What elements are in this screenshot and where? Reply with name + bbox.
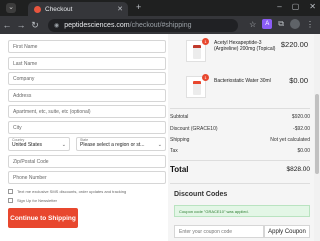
sms-optin-label: Text me exclusive SMS discounts, order u…: [17, 189, 127, 194]
shipping-value: Not yet calculated: [270, 137, 310, 143]
tax-row: Tax $0.00: [170, 148, 310, 154]
url-path: /checkout/#shipping: [129, 21, 192, 29]
state-value: Please select a region or st...: [80, 142, 145, 148]
total-value: $828.00: [286, 166, 311, 173]
new-tab-button[interactable]: +: [136, 2, 141, 12]
profile-avatar[interactable]: [290, 19, 300, 29]
country-select[interactable]: Country United States ⌄: [8, 137, 70, 151]
divider: [170, 160, 310, 161]
browser-tab-strip: ⌄ Checkout ✕ + – ▢ ✕: [0, 0, 320, 16]
phone-field[interactable]: Phone Number: [8, 171, 166, 184]
site-favicon-icon: [34, 5, 41, 13]
coupon-applied-message: Coupon code "GRACE10" was applied.: [174, 205, 310, 217]
discount-codes-title: Discount Codes: [174, 191, 228, 198]
sms-optin[interactable]: Text me exclusive SMS discounts, order u…: [8, 189, 126, 194]
zip-field[interactable]: Zip/Postal Code: [8, 155, 166, 168]
back-icon[interactable]: ←: [0, 20, 14, 30]
scrollbar-thumb[interactable]: [315, 94, 319, 174]
quantity-badge: 1: [202, 74, 209, 81]
chevron-down-icon: ⌄: [157, 142, 162, 148]
tab-close-icon[interactable]: ✕: [117, 5, 123, 13]
discount-label: Discount (GRACE10): [170, 126, 218, 132]
total-label: Total: [170, 165, 189, 174]
item-price: $0.00: [289, 76, 308, 85]
page-scrollbar[interactable]: [314, 34, 320, 241]
reload-icon[interactable]: ↻: [28, 20, 42, 31]
subtotal-row: Subtotal $920.00: [170, 114, 310, 120]
item-name: Acetyl Hexapeptide-3 (Argireline) 200mg …: [214, 40, 276, 52]
cart-item: 1 Acetyl Hexapeptide-3 (Argireline) 200m…: [186, 38, 308, 64]
city-field[interactable]: City: [8, 121, 166, 134]
puzzle-icon[interactable]: ⧉: [278, 19, 284, 29]
divider: [170, 183, 310, 184]
chevron-down-icon: ⌄: [61, 142, 66, 148]
continue-to-shipping-button[interactable]: Continue to Shipping: [8, 208, 78, 228]
order-summary: 1 Acetyl Hexapeptide-3 (Argireline) 200m…: [168, 34, 314, 241]
tax-label: Tax: [170, 148, 178, 154]
checkout-page: First Name Last Name Company Address Apa…: [0, 34, 320, 241]
last-name-field[interactable]: Last Name: [8, 57, 166, 70]
toolbar-actions: ☆ A ⧉ ⋮: [249, 19, 314, 29]
item-price: $220.00: [280, 40, 308, 49]
url-text: peptidesciences.com/checkout/#shipping: [64, 22, 191, 29]
close-window-icon[interactable]: ✕: [309, 2, 316, 11]
star-icon[interactable]: ☆: [249, 20, 256, 29]
tab-title: Checkout: [45, 5, 73, 13]
maximize-icon[interactable]: ▢: [292, 2, 300, 11]
quantity-badge: 1: [202, 38, 209, 45]
menu-icon[interactable]: ⋮: [306, 20, 314, 29]
discount-row: Discount (GRACE10) -$92.00: [170, 126, 310, 132]
subtotal-label: Subtotal: [170, 114, 189, 120]
newsletter-optin[interactable]: Sign Up for Newsletter: [8, 198, 57, 203]
tax-value: $0.00: [297, 148, 310, 154]
apartment-field[interactable]: Apartment, etc, suite, etc (optional): [8, 105, 166, 118]
newsletter-checkbox[interactable]: [8, 198, 13, 203]
state-select[interactable]: State Please select a region or st... ⌄: [76, 137, 166, 151]
browser-toolbar: ← → ↻ ◉ peptidesciences.com/checkout/#sh…: [0, 16, 320, 34]
newsletter-label: Sign Up for Newsletter: [17, 198, 58, 203]
country-value: United States: [12, 142, 43, 148]
tab-checkout[interactable]: Checkout ✕: [28, 2, 128, 16]
item-name: Bacteriostatic Water 30ml: [214, 78, 271, 84]
address-bar[interactable]: ◉ peptidesciences.com/checkout/#shipping: [48, 18, 238, 32]
shipping-label: Shipping: [170, 137, 190, 143]
company-field[interactable]: Company: [8, 72, 166, 85]
apply-coupon-button[interactable]: Apply Coupon: [264, 225, 310, 238]
tab-search-icon[interactable]: ⌄: [6, 3, 16, 13]
window-controls: – ▢ ✕: [277, 2, 316, 11]
cart-item: 1 Bacteriostatic Water 30ml $0.00: [186, 74, 308, 100]
first-name-field[interactable]: First Name: [8, 40, 166, 53]
shipping-form: First Name Last Name Company Address Apa…: [0, 34, 168, 241]
coupon-code-input[interactable]: Enter your coupon code: [174, 225, 264, 238]
minimize-icon[interactable]: –: [277, 2, 281, 11]
shipping-row: Shipping Not yet calculated: [170, 137, 310, 143]
forward-icon[interactable]: →: [14, 20, 28, 30]
url-host: peptidesciences.com: [64, 21, 130, 29]
extension-icon[interactable]: A: [262, 19, 273, 29]
sms-checkbox[interactable]: [8, 189, 13, 194]
address-field[interactable]: Address: [8, 89, 166, 102]
divider: [170, 108, 310, 109]
subtotal-value: $920.00: [291, 114, 310, 120]
site-info-icon[interactable]: ◉: [54, 22, 59, 29]
discount-value: -$92.00: [293, 126, 310, 132]
